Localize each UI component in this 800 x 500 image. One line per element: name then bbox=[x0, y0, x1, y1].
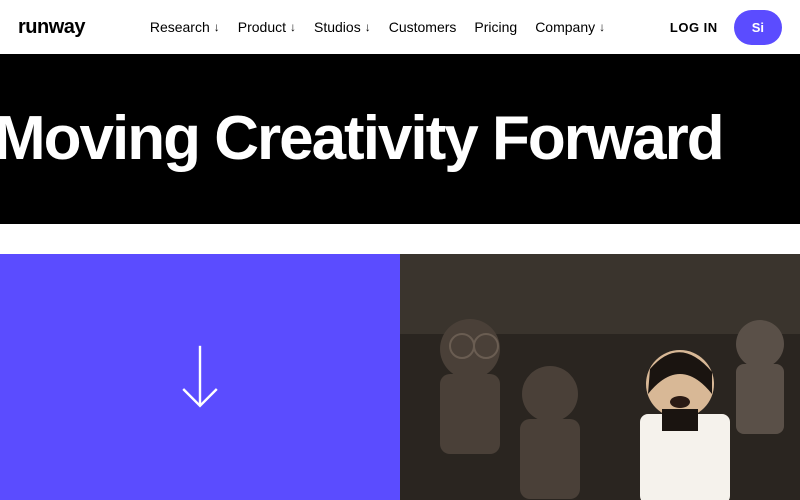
nav-customers-label: Customers bbox=[389, 19, 457, 35]
login-link[interactable]: LOG IN bbox=[670, 20, 718, 35]
chevron-down-icon: ↓ bbox=[290, 20, 296, 34]
nav-pricing-label: Pricing bbox=[474, 19, 517, 35]
signup-button[interactable]: Si bbox=[734, 10, 782, 45]
nav-company-label: Company bbox=[535, 19, 595, 35]
chevron-down-icon: ↓ bbox=[214, 20, 220, 34]
arrow-down-icon bbox=[176, 341, 224, 413]
main-nav: Research ↓ Product ↓ Studios ↓ Customers… bbox=[150, 19, 605, 35]
hero-headline: Moving Creativity Forward bbox=[0, 108, 723, 170]
nav-research-label: Research bbox=[150, 19, 210, 35]
chevron-down-icon: ↓ bbox=[599, 20, 605, 34]
content-panels bbox=[0, 254, 800, 500]
chevron-down-icon: ↓ bbox=[365, 20, 371, 34]
hero-photo bbox=[400, 254, 800, 500]
nav-company[interactable]: Company ↓ bbox=[535, 19, 605, 35]
brand-logo[interactable]: runway bbox=[18, 16, 85, 39]
hero-section: Moving Creativity Forward bbox=[0, 54, 800, 224]
site-header: runway Research ↓ Product ↓ Studios ↓ Cu… bbox=[0, 0, 800, 54]
nav-studios-label: Studios bbox=[314, 19, 361, 35]
nav-product[interactable]: Product ↓ bbox=[238, 19, 296, 35]
nav-pricing[interactable]: Pricing bbox=[474, 19, 517, 35]
nav-customers[interactable]: Customers bbox=[389, 19, 457, 35]
nav-product-label: Product bbox=[238, 19, 286, 35]
scroll-cue-panel[interactable] bbox=[0, 254, 400, 500]
auth-section: LOG IN Si bbox=[670, 10, 782, 45]
people-photo-placeholder bbox=[400, 254, 800, 500]
spacer bbox=[0, 224, 800, 254]
nav-studios[interactable]: Studios ↓ bbox=[314, 19, 371, 35]
nav-research[interactable]: Research ↓ bbox=[150, 19, 220, 35]
